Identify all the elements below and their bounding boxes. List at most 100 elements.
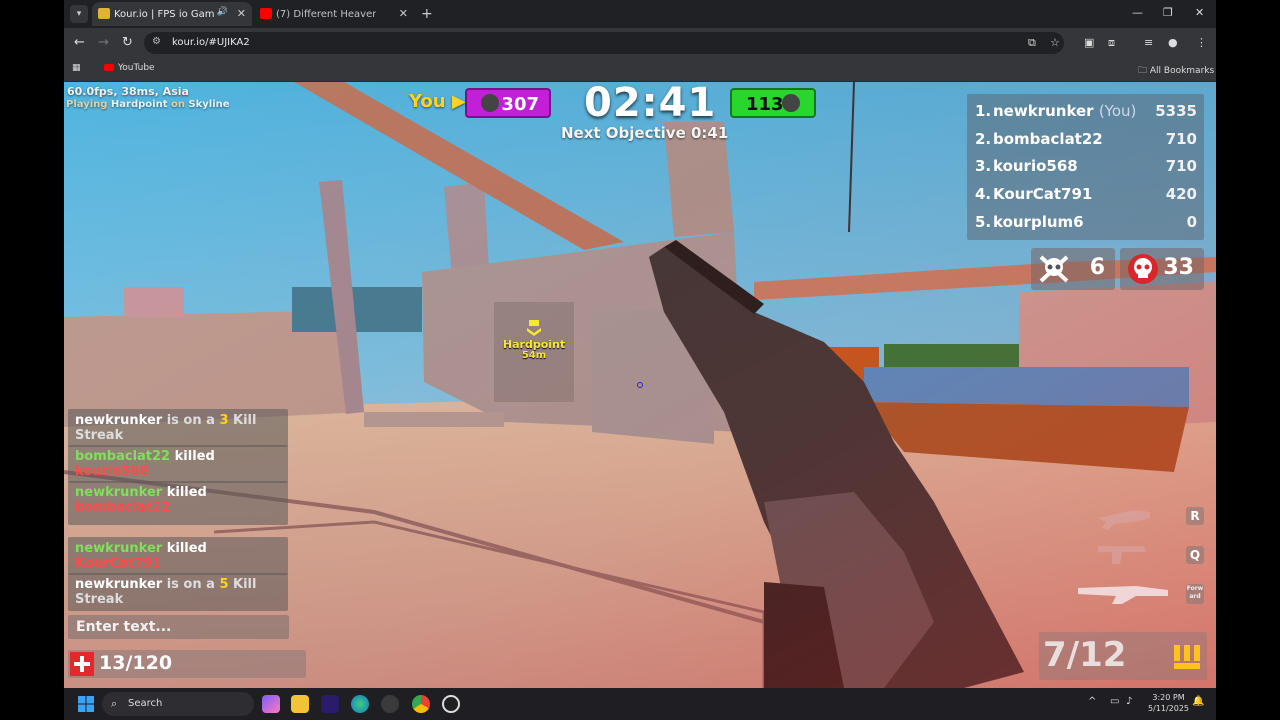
- game-viewport[interactable]: 60.0fps, 38ms, Asia Playing Hardpoint on…: [64, 82, 1216, 688]
- game-mode-info: Playing Hardpoint on Skyline: [66, 99, 230, 110]
- deaths-value: 33: [1163, 255, 1194, 280]
- close-window-icon[interactable]: ✕: [1195, 6, 1204, 19]
- copilot-icon[interactable]: [262, 695, 280, 713]
- kill-feed-item: newkrunker is on a 3 Kill Streak: [68, 409, 288, 447]
- app-icon[interactable]: [381, 695, 399, 713]
- tray-chevron-icon[interactable]: ^: [1088, 696, 1096, 707]
- edge-icon[interactable]: [351, 695, 369, 713]
- leaderboard-row: 4. KourCat791 420: [975, 185, 1197, 211]
- lb-you-tag: (You): [1098, 102, 1137, 120]
- site-info-icon[interactable]: ⚙: [152, 36, 161, 47]
- extension-badge-icon[interactable]: ▣: [1084, 36, 1094, 49]
- premiere-pro-icon[interactable]: [321, 695, 339, 713]
- youtube-favicon-icon: [260, 8, 272, 19]
- team-score-you: 307: [465, 88, 551, 118]
- windows-taskbar: ⌕ Search ^ ▭ ♪ 3:20 PM 5/11/2025 🔔: [64, 688, 1216, 720]
- media-controls-icon[interactable]: ≡: [1144, 36, 1153, 49]
- leaderboard-row: 1. newkrunker (You) 5335: [975, 102, 1197, 128]
- mode-prefix: Playing: [66, 99, 111, 110]
- lb-name-text: newkrunker: [993, 102, 1094, 120]
- maximize-icon[interactable]: ❐: [1163, 6, 1173, 19]
- speaker-icon[interactable]: 🔊: [217, 7, 228, 17]
- health-bar: 13/120: [68, 650, 306, 678]
- bookmark-label: YouTube: [118, 63, 155, 73]
- team-avatar-icon: [782, 94, 800, 112]
- bookmarks-bar: ▦ YouTube 🗀 All Bookmarks: [64, 58, 1216, 82]
- kill-feed-item: newkrunker killed KourCat791: [68, 537, 288, 575]
- chrome-icon[interactable]: [412, 695, 430, 713]
- feed-victim: KourCat791: [75, 556, 162, 571]
- feed-text: is on a: [162, 413, 220, 428]
- leaderboard-row: 5. kourplum6 0: [975, 213, 1197, 239]
- close-tab-icon[interactable]: ✕: [237, 7, 246, 20]
- health-value: 13/120: [99, 652, 173, 674]
- crosshair: [637, 382, 643, 388]
- feed-victim: kourio568: [75, 464, 149, 479]
- lb-score: 0: [1186, 213, 1197, 231]
- menu-kebab-icon[interactable]: ⋮: [1196, 36, 1207, 49]
- back-icon[interactable]: ←: [74, 35, 85, 50]
- lb-name: kourplum6: [993, 213, 1084, 231]
- lb-rank: 4.: [975, 185, 992, 203]
- windows-start-icon[interactable]: [78, 696, 94, 712]
- leaderboard: 1. newkrunker (You) 5335 2. bombaclat22 …: [967, 94, 1204, 240]
- apps-grid-icon[interactable]: ▦: [72, 63, 81, 73]
- bullets-icon: [1174, 645, 1200, 669]
- team-avatar-icon: [481, 94, 499, 112]
- feed-player: newkrunker: [75, 577, 163, 592]
- bookmark-star-icon[interactable]: ☆: [1050, 36, 1060, 49]
- minimize-icon[interactable]: —: [1132, 6, 1143, 19]
- mode-mid: on: [167, 99, 189, 110]
- url-text: kour.io/#UJIKA2: [172, 37, 250, 48]
- clock-time: 3:20 PM: [1152, 693, 1185, 702]
- browser-toolbar: ← → ↻ ⚙ kour.io/#UJIKA2 ⧉ ☆ ▣ ⧈ ≡ ● ⋮: [64, 28, 1216, 58]
- skull-crossbones-icon: [1039, 255, 1069, 283]
- key-r: R: [1186, 507, 1204, 525]
- hardpoint-marker: Hardpoint 54m: [494, 320, 574, 361]
- bookmark-youtube[interactable]: YouTube: [104, 63, 155, 73]
- lb-name: KourCat791: [993, 185, 1093, 203]
- lb-name: newkrunker (You): [993, 102, 1136, 120]
- extensions-icon[interactable]: ⧈: [1108, 36, 1115, 50]
- reload-icon[interactable]: ↻: [122, 35, 133, 50]
- kill-feed-item: newkrunker is on a 5 Kill Streak: [68, 573, 288, 611]
- lb-score: 710: [1165, 130, 1197, 148]
- tab-kour[interactable]: Kour.io | FPS io Game - Play 🔊 ✕: [92, 2, 252, 26]
- health-cross-icon: [70, 652, 94, 676]
- system-clock[interactable]: 3:20 PM 5/11/2025: [1148, 692, 1189, 714]
- kill-feed-item: newkrunker killed bombaclat22: [68, 481, 288, 525]
- feed-killer: newkrunker: [75, 485, 163, 500]
- weapon-slot-pistol-icon[interactable]: [1094, 540, 1154, 570]
- tab-search-button[interactable]: ▾: [70, 5, 88, 23]
- chat-input[interactable]: Enter text...: [68, 615, 289, 639]
- feed-verb: killed: [170, 449, 215, 464]
- address-bar[interactable]: ⚙ kour.io/#UJIKA2: [144, 32, 1064, 54]
- new-tab-button[interactable]: +: [421, 6, 433, 22]
- tab-youtube[interactable]: (7) Different Heaven & EHIDE ✕: [254, 2, 414, 26]
- close-tab-icon[interactable]: ✕: [399, 7, 408, 20]
- network-icon[interactable]: ▭: [1110, 696, 1119, 707]
- all-bookmarks[interactable]: 🗀 All Bookmarks: [1138, 63, 1214, 79]
- install-app-icon[interactable]: ⧉: [1028, 36, 1036, 50]
- volume-icon[interactable]: ♪: [1126, 696, 1132, 707]
- key-forward: Forw ard: [1186, 584, 1204, 604]
- notification-bell-icon[interactable]: 🔔: [1192, 696, 1204, 707]
- profile-avatar-icon[interactable]: ●: [1168, 36, 1178, 49]
- tab-strip: ▾ Kour.io | FPS io Game - Play 🔊 ✕ (7) D…: [64, 0, 1216, 28]
- key-q: Q: [1186, 546, 1204, 564]
- lb-rank: 3.: [975, 157, 992, 175]
- fps-ping-stats: 60.0fps, 38ms, Asia: [67, 85, 189, 98]
- search-label: Search: [128, 698, 163, 709]
- forward-icon[interactable]: →: [98, 35, 109, 50]
- taskbar-search[interactable]: ⌕ Search: [102, 692, 254, 716]
- obs-icon[interactable]: [442, 695, 460, 713]
- map-name: Skyline: [188, 99, 230, 110]
- feed-victim: bombaclat22: [75, 500, 171, 515]
- team-score-enemy-value: 113: [746, 94, 784, 115]
- lb-name: kourio568: [993, 157, 1078, 175]
- weapon-slot-shotgun-icon[interactable]: [1094, 502, 1154, 532]
- weapon-slot-rifle-icon[interactable]: [1076, 580, 1171, 608]
- lb-score: 420: [1165, 185, 1197, 203]
- feed-verb: killed: [162, 485, 207, 500]
- file-explorer-icon[interactable]: [291, 695, 309, 713]
